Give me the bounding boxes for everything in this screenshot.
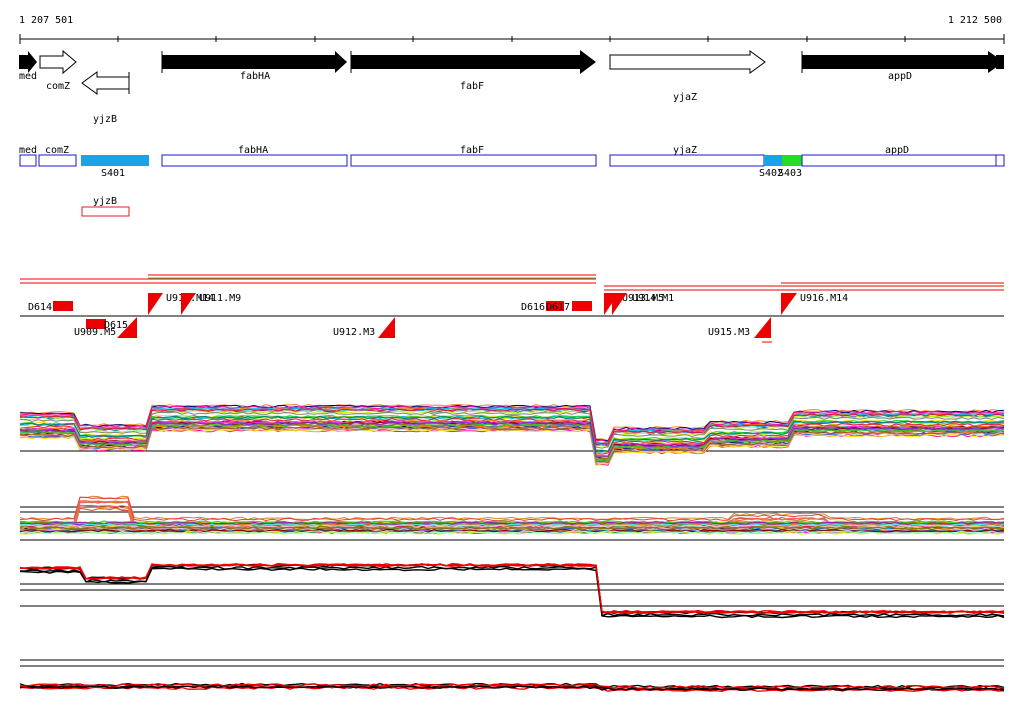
- segment-box-S402[interactable]: [764, 155, 782, 166]
- expression-panel-2: [19, 495, 1005, 541]
- gene-label-yjaZ: yjaZ: [673, 92, 697, 103]
- gene-arrow-fabHA[interactable]: [162, 51, 347, 73]
- gene-arrow-appD[interactable]: [802, 51, 1004, 73]
- transcript-box-fabHA[interactable]: [161, 154, 348, 167]
- transcript-label-fabF: fabF: [460, 145, 484, 156]
- expression-profile-line: [19, 565, 1005, 617]
- feature-mark-U910[interactable]: [148, 293, 163, 315]
- expression-panel-3: [19, 562, 1005, 619]
- feature-label-U912: U912.M3: [333, 327, 375, 338]
- feature-mark-D617[interactable]: [572, 301, 592, 311]
- segment-label-S403: S403: [778, 168, 802, 179]
- genome-browser: 1 207 501 1 212 500 med comZ yjzB fabHA …: [19, 15, 1005, 692]
- gene-arrow-yjzB[interactable]: [81, 71, 130, 95]
- feature-track: D614 D615 D616 D617 U910.M14 U911.M9 U91…: [20, 274, 1004, 343]
- segment-label-S401: S401: [101, 168, 125, 179]
- feature-label-D616: D616: [521, 302, 545, 313]
- transcript-label-fabHA: fabHA: [238, 145, 268, 156]
- gene-label-fabF: fabF: [460, 81, 484, 92]
- segment-box-S401[interactable]: [81, 155, 149, 166]
- gene-arrow-med[interactable]: [19, 51, 37, 73]
- feature-label-U916: U916.M14: [800, 293, 848, 304]
- expression-panel-4: [19, 659, 1005, 692]
- transcript-box-appD[interactable]: [801, 154, 1005, 167]
- feature-label-D617: D617: [546, 302, 570, 313]
- gene-label-fabHA: fabHA: [240, 71, 270, 82]
- gene-arrow-comZ[interactable]: [39, 49, 77, 75]
- feature-label-D614: D614: [28, 302, 52, 313]
- feature-label-U915: U915.M3: [708, 327, 750, 338]
- expression-profile-line: [19, 567, 1005, 619]
- feature-mark-U912[interactable]: [378, 317, 395, 338]
- expression-profile-line: [19, 426, 1005, 464]
- scale-start-label: 1 207 501: [19, 15, 73, 26]
- antisense-label-yjzB: yjzB: [93, 196, 117, 207]
- feature-label-U911: U911.M9: [199, 293, 241, 304]
- transcript-label-comZ: comZ: [45, 145, 69, 156]
- feature-mark-U915[interactable]: [754, 317, 771, 338]
- gene-label-appD: appD: [888, 71, 912, 82]
- expression-panel-1: [19, 403, 1005, 467]
- feature-mark-D614[interactable]: [53, 301, 73, 311]
- gene-label-yjzB: yjzB: [93, 114, 117, 125]
- scale-ruler: 1 207 501 1 212 500: [19, 15, 1005, 44]
- antisense-box-yjzB[interactable]: [81, 206, 130, 217]
- transcript-label-appD: appD: [885, 145, 909, 156]
- feature-mark-U911[interactable]: [181, 293, 196, 315]
- expression-profile-line: [19, 495, 1005, 521]
- feature-label-U914: U914.M1: [632, 293, 674, 304]
- gene-arrow-yjaZ[interactable]: [609, 50, 766, 74]
- feature-mark-U914[interactable]: [612, 293, 627, 315]
- gene-track: med comZ yjzB fabHA fabF yjaZ appD: [19, 49, 1004, 125]
- gene-label-med: med: [19, 71, 37, 82]
- transcript-box-fabF[interactable]: [350, 154, 597, 167]
- transcript-box-med[interactable]: [19, 154, 37, 167]
- scale-end-label: 1 212 500: [948, 15, 1002, 26]
- transcript-box-comZ[interactable]: [38, 154, 77, 167]
- transcript-box-yjaZ[interactable]: [609, 154, 765, 167]
- transcript-track: med comZ fabHA fabF yjaZ appD S401 S402 …: [19, 145, 1005, 217]
- feature-label-U909: U909.M5: [74, 327, 116, 338]
- gene-arrow-fabF[interactable]: [351, 50, 596, 74]
- gene-label-comZ: comZ: [46, 81, 70, 92]
- transcript-label-med: med: [19, 145, 37, 156]
- transcript-label-yjaZ: yjaZ: [673, 145, 697, 156]
- segment-box-S403[interactable]: [782, 155, 802, 166]
- feature-mark-U916[interactable]: [781, 293, 797, 315]
